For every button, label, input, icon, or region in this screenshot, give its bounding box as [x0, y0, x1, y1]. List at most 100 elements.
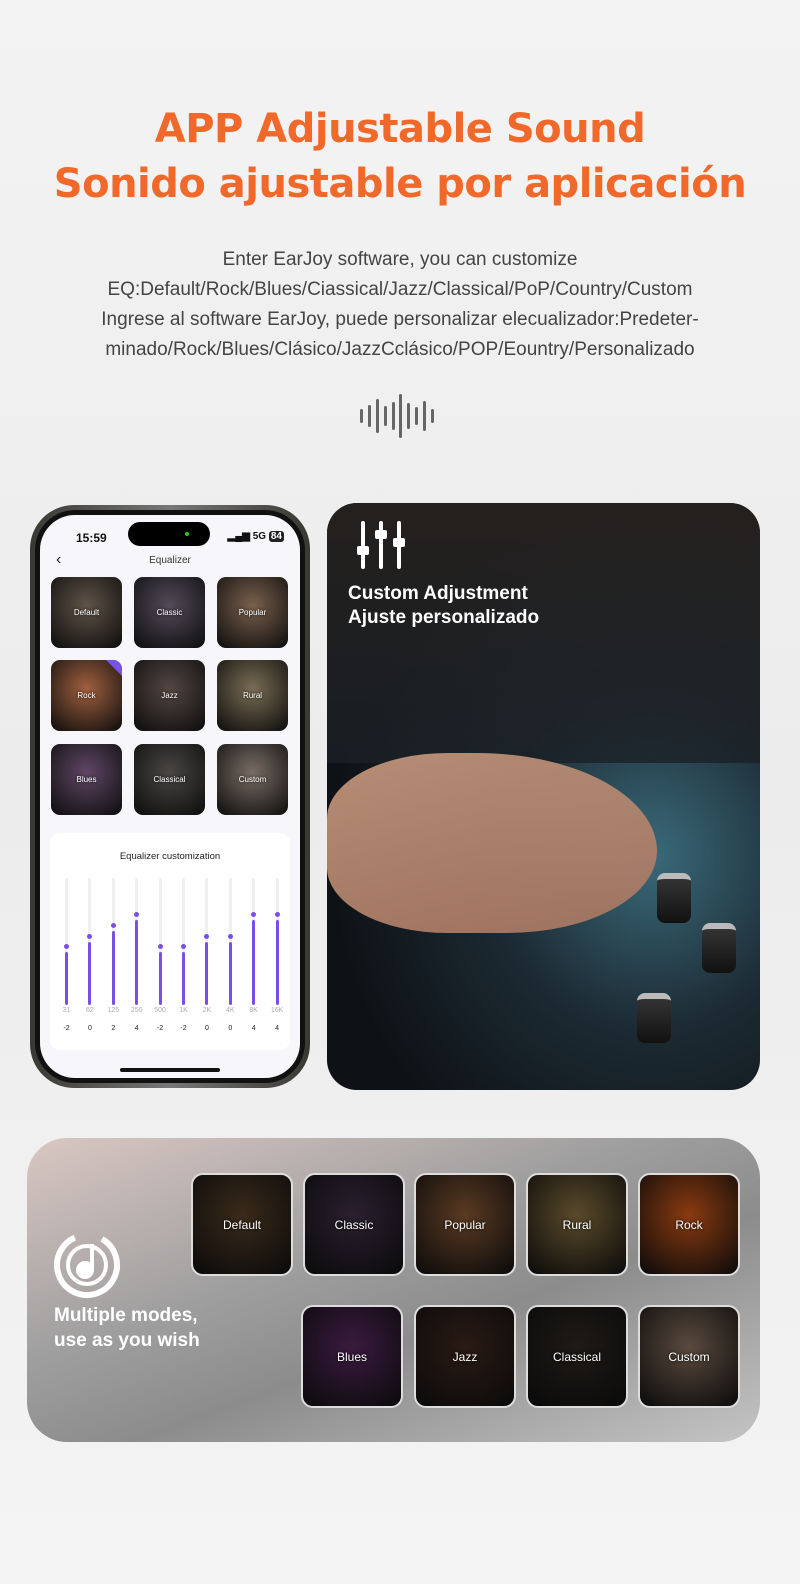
eq-slider-handle[interactable] [87, 933, 93, 939]
home-indicator [120, 1068, 220, 1072]
preset-label: Blues [76, 775, 97, 784]
battery-level: 84 [268, 531, 284, 542]
sound-wave-icon [360, 394, 434, 438]
description-line: Enter EarJoy software, you can customize [222, 249, 578, 270]
description-line: minado/Rock/Blues/Clásico/JazzCclásico/P… [105, 339, 695, 360]
eq-freq-label: 4K [226, 1007, 235, 1014]
title-en: APP Adjustable Sound [154, 106, 646, 152]
mode-tile-jazz: Jazz [414, 1305, 516, 1408]
description-line: EQ:Default/Rock/Blues/Ciassical/Jazz/Cla… [107, 279, 693, 300]
eq-slider-handle[interactable] [204, 933, 210, 939]
description-line: Ingrese al software EarJoy, puede person… [101, 309, 699, 330]
eq-freq-label: 250 [130, 1007, 143, 1014]
preset-tile-custom[interactable]: Custom [217, 744, 288, 815]
eq-slider-handle[interactable] [134, 912, 140, 918]
eq-slider-handle[interactable] [64, 944, 69, 950]
preset-label: Default [73, 608, 100, 617]
preset-tile-blues[interactable]: Blues [51, 744, 122, 815]
preset-tile-classic[interactable]: Classic [134, 577, 205, 648]
eq-freq-label: 8K [249, 1007, 258, 1014]
preset-label: Rock [77, 691, 96, 700]
preset-label: Classical [153, 775, 186, 784]
preset-label: Popular [238, 608, 267, 617]
equalizer-card: Equalizer customization 31 -2 62 0 125 2 250 4 5… [50, 833, 290, 1050]
preset-tile-rock[interactable]: Rock [51, 660, 122, 731]
status-indicators: ▂▄▆ 5G 84 [227, 531, 284, 542]
mode-label: Classic [334, 1217, 374, 1232]
eq-slider-fill [275, 920, 279, 1005]
mode-label: Classical [552, 1349, 601, 1364]
eq-gain-value: -2 [63, 1025, 70, 1032]
eq-slider-fill [205, 941, 209, 1005]
eq-slider-1K[interactable] [181, 878, 186, 1005]
network-label: 5G [252, 531, 267, 542]
eq-slider-62[interactable] [87, 878, 93, 1005]
preset-tile-popular[interactable]: Popular [217, 577, 288, 648]
eq-slider-fill [135, 920, 139, 1005]
mode-tile-classical: Classical [526, 1305, 628, 1408]
mode-label: Custom [668, 1349, 710, 1364]
mode-tile-default: Default [191, 1173, 293, 1276]
preset-label: Jazz [161, 691, 178, 700]
eq-slider-fill [111, 930, 115, 1005]
phone-screen: 15:59 ▂▄▆ 5G 84 ‹ Equalizer Default Class… [40, 515, 300, 1078]
preset-label: Rural [242, 691, 263, 700]
modes-text-2: use as you wish [54, 1330, 200, 1351]
eq-slider-handle[interactable] [181, 944, 186, 950]
modes-panel: Multiple modes, use as you wish Default C… [27, 1138, 760, 1442]
mode-label: Jazz [452, 1349, 478, 1364]
eq-slider-fill [228, 941, 232, 1005]
eq-slider-4K[interactable] [227, 878, 233, 1005]
dynamic-island [128, 522, 210, 546]
eq-slider-2K[interactable] [204, 878, 210, 1005]
eq-slider-fill [182, 952, 185, 1005]
mode-label: Blues [336, 1349, 368, 1364]
preset-tile-jazz[interactable]: Jazz [134, 660, 205, 731]
eq-freq-label: 500 [154, 1007, 166, 1014]
eq-slider-fill [158, 952, 162, 1005]
equalizer-title: Equalizer customization [119, 851, 221, 862]
eq-slider-handle[interactable] [274, 912, 280, 918]
eq-gain-value: -2 [180, 1025, 187, 1032]
eq-freq-label: 16K [270, 1007, 284, 1014]
mode-tile-classic: Classic [303, 1173, 405, 1276]
eq-gain-value: 4 [251, 1025, 256, 1032]
nav-title: Equalizer [149, 555, 191, 566]
eq-freq-label: 31 [62, 1007, 71, 1014]
mode-label: Rural [562, 1217, 592, 1232]
custom-title-es: Ajuste personalizado [348, 607, 540, 628]
eq-slider-31[interactable] [64, 878, 69, 1005]
mode-label: Popular [444, 1217, 486, 1232]
eq-gain-value: 4 [134, 1025, 139, 1032]
eq-freq-label: 2K [202, 1007, 212, 1014]
mode-tile-rural: Rural [526, 1173, 628, 1276]
eq-gain-value: 0 [87, 1025, 92, 1032]
mode-label: Default [222, 1217, 262, 1232]
mode-tile-custom: Custom [638, 1305, 740, 1408]
selected-check-icon [106, 660, 122, 676]
eq-freq-label: 125 [107, 1007, 120, 1014]
mode-tile-popular: Popular [414, 1173, 516, 1276]
custom-title-en: Custom Adjustment [348, 583, 528, 604]
preset-tile-default[interactable]: Default [51, 577, 122, 648]
preset-tile-classical[interactable]: Classical [134, 744, 205, 815]
description: Enter EarJoy software, you can customize… [0, 245, 800, 365]
mode-tile-rock: Rock [638, 1173, 740, 1276]
custom-adjustment-panel: Custom Adjustment Ajuste personalizado [327, 503, 760, 1090]
eq-gain-value: 0 [228, 1025, 233, 1032]
eq-slider-125[interactable] [110, 878, 116, 1005]
hand-photo [327, 753, 657, 933]
preset-tile-rural[interactable]: Rural [217, 660, 288, 731]
mode-tile-blues: Blues [301, 1305, 403, 1408]
eq-slider-fill [252, 920, 256, 1005]
eq-slider-handle[interactable] [251, 912, 257, 918]
eq-slider-handle[interactable] [157, 944, 163, 950]
eq-slider-handle[interactable] [110, 922, 116, 928]
eq-slider-16K[interactable] [274, 878, 280, 1005]
eq-slider-handle[interactable] [227, 933, 233, 939]
preset-label: Classic [156, 608, 183, 617]
sliders-icon [357, 521, 405, 569]
eq-slider-500[interactable] [157, 878, 163, 1005]
eq-slider-8K[interactable] [251, 878, 257, 1005]
eq-slider-250[interactable] [134, 878, 140, 1005]
